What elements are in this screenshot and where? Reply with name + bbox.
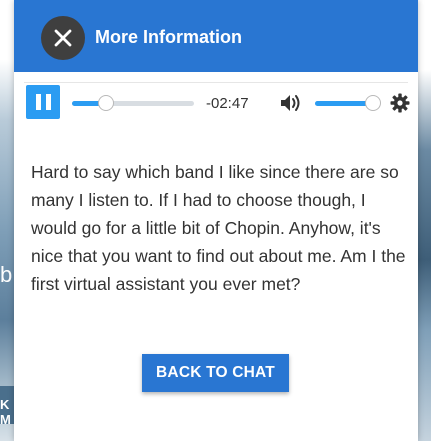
info-dialog: More Information -02:47 Hard to say whic… <box>14 0 418 441</box>
dialog-header: More Information <box>14 0 418 72</box>
progress-slider[interactable] <box>72 95 194 111</box>
pause-icon-bar <box>45 94 51 110</box>
volume-icon[interactable] <box>279 93 303 113</box>
gear-icon[interactable] <box>390 93 410 113</box>
back-to-chat-button[interactable]: BACK TO CHAT <box>142 354 289 392</box>
audio-player: -02:47 <box>24 82 410 122</box>
pause-button[interactable] <box>26 85 60 119</box>
time-remaining: -02:47 <box>206 95 249 112</box>
progress-handle[interactable] <box>98 95 115 111</box>
pause-icon <box>35 94 41 110</box>
background-text-fragment: b <box>0 262 13 287</box>
background-right-edge <box>417 0 431 441</box>
volume-slider[interactable] <box>315 95 381 111</box>
volume-handle[interactable] <box>365 95 381 111</box>
close-icon <box>54 29 72 47</box>
close-button[interactable] <box>41 16 85 60</box>
message-text: Hard to say which band I like since ther… <box>31 162 406 294</box>
dialog-title: More Information <box>95 27 242 47</box>
